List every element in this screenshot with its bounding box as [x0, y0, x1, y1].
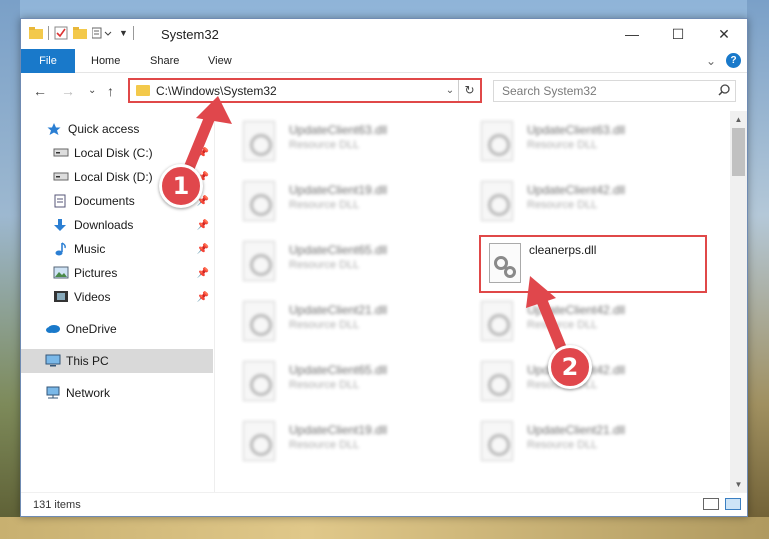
step-badge-1: 1 — [159, 164, 203, 208]
annotation-arrow-1 — [179, 96, 232, 184]
step-badge-2: 2 — [548, 345, 592, 389]
annotation-overlay — [179, 96, 572, 366]
